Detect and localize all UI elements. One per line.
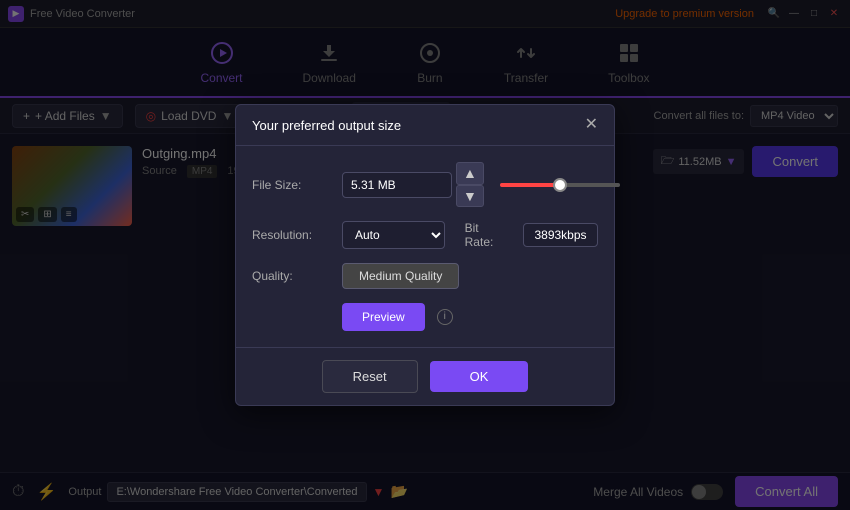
quality-field-label: Quality: xyxy=(252,269,342,283)
size-slider[interactable] xyxy=(500,183,620,187)
size-slider-container xyxy=(500,183,620,187)
resolution-row: Resolution: Auto Bit Rate: 3893kbps xyxy=(252,221,598,249)
modal-dialog: Your preferred output size ✕ File Size: … xyxy=(235,104,615,405)
file-size-input[interactable] xyxy=(342,172,452,198)
preview-info-icon[interactable]: i xyxy=(437,309,453,325)
modal-body: File Size: ▲ ▼ Resolution: Auto Bit Rate… xyxy=(236,146,614,346)
modal-close-button[interactable]: ✕ xyxy=(585,117,598,133)
preview-row: Preview i xyxy=(252,303,598,331)
resolution-field-label: Resolution: xyxy=(252,228,342,242)
file-size-up-btn[interactable]: ▲ xyxy=(456,162,484,184)
modal-title: Your preferred output size xyxy=(252,118,401,133)
quality-row: Quality: Medium Quality xyxy=(252,263,598,289)
preview-button[interactable]: Preview xyxy=(342,303,425,331)
resolution-select[interactable]: Auto xyxy=(342,221,445,249)
file-size-down-btn[interactable]: ▼ xyxy=(456,185,484,207)
modal-overlay: Your preferred output size ✕ File Size: … xyxy=(0,0,850,510)
bitrate-value: 3893kbps xyxy=(523,223,598,247)
bitrate-label: Bit Rate: xyxy=(465,221,507,249)
quality-badge[interactable]: Medium Quality xyxy=(342,263,459,289)
file-size-row: File Size: ▲ ▼ xyxy=(252,162,598,206)
file-size-field-label: File Size: xyxy=(252,178,342,192)
reset-button[interactable]: Reset xyxy=(322,360,418,393)
modal-header: Your preferred output size ✕ xyxy=(236,105,614,146)
ok-button[interactable]: OK xyxy=(430,361,529,392)
modal-footer: Reset OK xyxy=(236,347,614,405)
